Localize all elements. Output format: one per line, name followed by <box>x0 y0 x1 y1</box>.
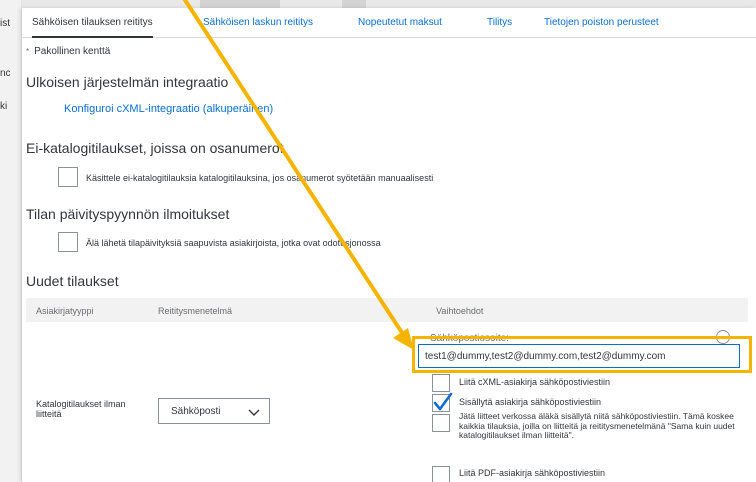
table-header: Asiakirjatyyppi Reititysmenetelmä Vaihto… <box>26 298 748 322</box>
email-address-input[interactable] <box>418 344 740 368</box>
section-heading-new-orders: Uudet tilaukset <box>26 273 119 289</box>
chevron-down-icon <box>248 409 260 416</box>
background-app-strip: ist nc ki <box>0 0 22 482</box>
status-update-checkbox-label: Älä lähetä tilapäivityksiä saapuvista as… <box>86 238 381 248</box>
tab-accelerated-payments[interactable]: Nopeutetut maksut <box>358 17 442 28</box>
tab-invoice-routing[interactable]: Sähköisen laskun reititys <box>203 17 313 28</box>
document-type-cell: Katalogitilaukset ilman liitteitä <box>36 399 126 419</box>
column-header-document-type: Asiakirjatyyppi <box>36 306 94 316</box>
attach-cxml-checkbox[interactable] <box>432 374 450 392</box>
order-routing-panel: Sähköisen tilauksen reititys Sähköisen l… <box>22 8 756 482</box>
column-header-options: Vaihtoehdot <box>436 306 484 316</box>
background-top-strip <box>22 0 756 8</box>
background-blur <box>342 0 366 8</box>
routing-method-value: Sähköposti <box>171 406 221 417</box>
non-catalog-checkbox[interactable] <box>58 167 78 187</box>
attach-pdf-label: Liitä PDF-asiakirja sähköpostiviestiin <box>459 468 606 478</box>
background-text-fragment: nc <box>0 68 11 79</box>
attach-cxml-label: Liitä cXML-asiakirja sähköpostiviestiin <box>459 377 611 387</box>
section-heading-status-notifications: Tilan päivityspyynnön ilmoitukset <box>26 206 230 222</box>
non-catalog-checkbox-label: Käsittele ei-katalogitilauksia katalogit… <box>86 173 434 183</box>
tab-settlement[interactable]: Tilitys <box>487 17 512 28</box>
tab-bar: Sähköisen tilauksen reititys Sähköisen l… <box>22 8 756 38</box>
tab-data-deletion-criteria[interactable]: Tietojen poiston perusteet <box>544 17 659 28</box>
section-heading-non-catalog: Ei-katalogitilaukset, joissa on osanumer… <box>26 140 284 156</box>
background-blur <box>200 0 280 8</box>
leave-attachments-online-checkbox[interactable] <box>432 414 450 432</box>
status-update-checkbox[interactable] <box>58 232 78 252</box>
email-address-label: Sähköpostiosoite: <box>430 333 509 344</box>
required-star: * <box>26 47 30 56</box>
checkmark-icon <box>433 392 453 411</box>
tab-order-routing[interactable]: Sähköisen tilauksen reititys <box>32 17 153 38</box>
background-text-fragment: ist <box>0 18 10 29</box>
column-header-routing-method: Reititysmenetelmä <box>158 306 233 316</box>
include-document-checkbox[interactable] <box>432 392 453 412</box>
leave-attachments-online-label: Jätä liitteet verkossa äläkä sisällytä n… <box>459 411 735 440</box>
routing-method-select[interactable]: Sähköposti <box>158 398 270 424</box>
required-field-note: * Pakollinen kenttä <box>26 46 110 57</box>
attach-pdf-checkbox[interactable] <box>432 466 450 482</box>
info-icon[interactable] <box>716 330 730 344</box>
include-document-label: Sisällytä asiakirja sähköpostiviestiin <box>459 397 602 407</box>
required-text: Pakollinen kenttä <box>34 46 111 57</box>
background-text-fragment: ki <box>0 101 8 112</box>
section-heading-integration: Ulkoisen järjestelmän integraatio <box>26 74 229 90</box>
configure-cxml-link[interactable]: Konfiguroi cXML-integraatio (alkuperäine… <box>64 103 273 115</box>
